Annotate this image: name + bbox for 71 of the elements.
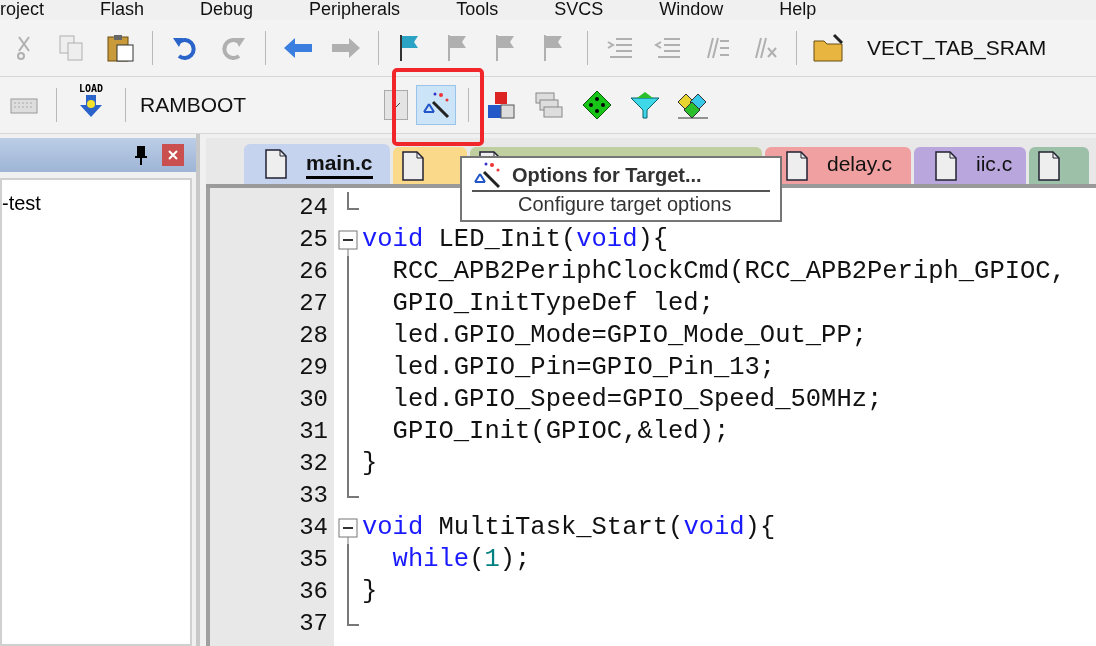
fold-end-line	[347, 608, 359, 626]
file-tab[interactable]: main.c	[244, 144, 390, 184]
funnel-icon	[629, 90, 661, 120]
code-line: RCC_APB2PeriphClockCmd(RCC_APB2Periph_GPIOC,	[391, 256, 1066, 288]
line-number: 29	[298, 353, 329, 383]
line-number: 37	[298, 609, 329, 639]
file-tab[interactable]: delay.c	[765, 147, 911, 184]
find-text: VECT_TAB_SRAM	[867, 36, 1047, 60]
line-number: 34	[298, 513, 329, 543]
menu-item[interactable]: SVCS	[554, 0, 604, 18]
file-tab[interactable]	[393, 147, 467, 184]
magic-wand-icon	[472, 160, 502, 190]
menu-item[interactable]: roject	[0, 0, 44, 18]
line-number: 31	[298, 417, 329, 447]
file-tab[interactable]	[1029, 147, 1089, 184]
menu-item[interactable]: Tools	[456, 0, 499, 18]
code-line: led.GPIO_Mode=GPIO_Mode_Out_PP;	[391, 320, 867, 352]
file-icon	[785, 150, 809, 181]
line-number: 30	[298, 385, 329, 415]
outdent-icon	[654, 36, 682, 60]
load-button[interactable]: LOAD	[69, 83, 113, 127]
line-number: 27	[298, 289, 329, 319]
line-number: 32	[298, 449, 329, 479]
code-line: while(1);	[391, 544, 531, 576]
stacked-windows-icon	[534, 91, 564, 119]
code-line: led.GPIO_Speed=GPIO_Speed_50MHz;	[391, 384, 883, 416]
file-icon	[934, 150, 958, 181]
line-number: 28	[298, 321, 329, 351]
magic-wand-icon	[421, 90, 451, 120]
code-line: void MultiTask_Start(void){	[362, 512, 776, 544]
clipboard-icon	[105, 33, 135, 63]
close-icon	[168, 150, 178, 160]
down-arrow-icon	[78, 94, 104, 118]
right-arrow-icon	[331, 37, 361, 59]
tooltip-title: Options for Target...	[512, 163, 702, 187]
menu-item[interactable]: Help	[779, 0, 817, 18]
copy-icon	[58, 34, 86, 62]
line-number: 33	[298, 481, 329, 511]
menu-item[interactable]: Window	[659, 0, 724, 18]
line-number: 35	[298, 545, 329, 575]
menu-item[interactable]: Peripherals	[309, 0, 401, 18]
file-icon	[401, 150, 425, 181]
code-line: led.GPIO_Pin=GPIO_Pin_13;	[391, 352, 776, 384]
scissors-icon	[17, 35, 31, 61]
indent-icon	[606, 36, 634, 60]
fold-end-line	[347, 480, 359, 498]
diamond-icon	[582, 90, 612, 120]
code-line: GPIO_Init(GPIOC,&led);	[391, 416, 730, 448]
file-icon	[264, 149, 288, 179]
code-line: void LED_Init(void){	[362, 224, 669, 256]
menu-item[interactable]: Flash	[100, 0, 145, 18]
file-icon	[1037, 150, 1061, 181]
pin-icon[interactable]	[134, 145, 148, 165]
close-button[interactable]	[162, 144, 184, 166]
file-tab[interactable]: iic.c	[914, 147, 1026, 184]
tooltip-description: Configure target options	[518, 192, 733, 216]
left-arrow-icon	[283, 37, 313, 59]
line-number: 25	[298, 225, 329, 255]
code-line: }	[362, 576, 378, 608]
line-number: 26	[298, 257, 329, 287]
line-number: 24	[298, 193, 329, 223]
project-tree-item[interactable]: -test	[2, 192, 190, 215]
code-line: }	[362, 448, 378, 480]
line-number: 36	[298, 577, 329, 607]
code-line: GPIO_InitTypeDef led;	[391, 288, 714, 320]
options-for-target-button[interactable]	[416, 85, 456, 125]
folder-icon	[812, 33, 846, 63]
blocks-icon	[486, 90, 516, 120]
menu-item[interactable]: Debug	[200, 0, 254, 18]
target-dropdown[interactable]: RAMBOOT	[138, 86, 408, 124]
fold-end-line	[347, 192, 359, 210]
